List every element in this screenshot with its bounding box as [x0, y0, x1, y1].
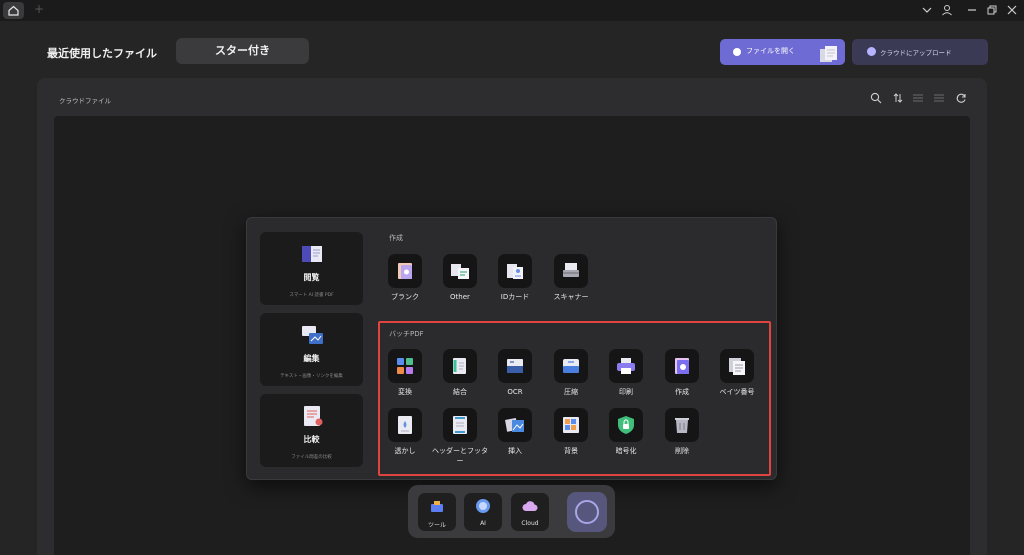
batch-create[interactable]: 作成 — [652, 349, 712, 397]
cloud-files-label[interactable]: クラウドファイル — [59, 95, 111, 105]
edit-card[interactable]: 編集 テキスト・画像・リンクを編集 — [260, 313, 363, 386]
create-pdf-icon — [675, 358, 689, 374]
new-tab-icon[interactable]: + — [34, 2, 44, 16]
create-section-title: 作成 — [389, 234, 403, 242]
batch-section-title: バッチPDF — [389, 330, 424, 338]
account-icon[interactable] — [940, 3, 954, 17]
batch-bates[interactable]: ベイツ番号 — [707, 349, 767, 397]
header-footer-icon — [453, 416, 467, 434]
search-icon[interactable] — [870, 92, 882, 104]
plus-icon — [733, 48, 741, 56]
batch-convert[interactable]: 変換 — [375, 349, 435, 397]
dock-tools-button[interactable]: ツール — [418, 493, 456, 531]
upload-cloud-button[interactable]: クラウドにアップロード — [852, 39, 988, 65]
upload-icon — [867, 47, 876, 56]
starred-tab[interactable]: スター付き — [176, 38, 309, 64]
upload-cloud-label: クラウドにアップロード — [880, 49, 952, 57]
read-subtitle: スマート AI 読書 PDF — [289, 293, 334, 298]
edit-title: 編集 — [303, 354, 320, 363]
batch-combine[interactable]: 結合 — [430, 349, 490, 397]
compress-icon — [563, 359, 579, 373]
files-icon — [820, 46, 837, 62]
dock-cloud-button[interactable]: Cloud — [511, 493, 549, 531]
batch-insert[interactable]: 挿入 — [485, 408, 545, 456]
watermark-icon — [398, 416, 412, 434]
read-title: 閲覧 — [303, 273, 320, 282]
ocr-icon — [507, 359, 523, 373]
dock-ai-button[interactable]: AI — [464, 493, 502, 531]
home-tab[interactable] — [3, 2, 24, 19]
encrypt-icon — [618, 416, 634, 434]
toggle-icon — [575, 500, 599, 524]
recent-files-title[interactable]: 最近使用したファイル — [47, 45, 157, 61]
combine-icon — [453, 358, 466, 374]
refresh-icon[interactable] — [955, 92, 967, 104]
batch-ocr[interactable]: OCR — [485, 349, 545, 397]
open-file-label: ファイルを開く — [746, 47, 795, 55]
batch-header-footer[interactable]: ヘッダーとフッター — [430, 408, 490, 466]
dock-toggle-button[interactable] — [567, 492, 607, 532]
bates-number-icon — [729, 358, 745, 375]
read-card[interactable]: 閲覧 スマート AI 読書 PDF — [260, 232, 363, 305]
ai-icon — [476, 499, 490, 513]
compare-card[interactable]: 比較 ファイル間差の比較 — [260, 394, 363, 467]
blank-doc-icon — [398, 263, 412, 279]
batch-watermark[interactable]: 透かし — [375, 408, 435, 456]
batch-compress[interactable]: 圧縮 — [541, 349, 601, 397]
cloud-icon — [522, 501, 538, 512]
create-scanner[interactable]: スキャナー — [541, 254, 601, 302]
title-bar: + — [0, 0, 1024, 21]
create-blank[interactable]: ブランク — [375, 254, 435, 302]
restore-icon[interactable] — [985, 3, 999, 17]
close-icon[interactable] — [1005, 3, 1019, 17]
sort-icon[interactable] — [892, 92, 904, 104]
batch-encrypt[interactable]: 暗号化 — [596, 408, 656, 456]
batch-print[interactable]: 印刷 — [596, 349, 656, 397]
create-other[interactable]: Other — [430, 254, 490, 302]
convert-icon — [397, 358, 413, 374]
tools-popup: 閲覧 スマート AI 読書 PDF 編集 テキスト・画像・リンクを編集 比較 フ… — [246, 217, 777, 480]
compare-icon — [304, 406, 323, 426]
scanner-icon — [563, 263, 579, 277]
open-file-button[interactable]: ファイルを開く — [720, 39, 845, 65]
grid-view-icon[interactable] — [933, 92, 945, 104]
id-card-icon — [507, 264, 523, 279]
print-icon — [617, 358, 635, 374]
edit-icon — [302, 326, 323, 344]
other-icon — [451, 264, 469, 279]
list-view-icon[interactable] — [912, 92, 924, 104]
compare-title: 比較 — [303, 435, 320, 444]
batch-background[interactable]: 背景 — [541, 408, 601, 456]
chevron-down-icon[interactable] — [920, 3, 934, 17]
trash-icon — [675, 418, 689, 433]
bottom-dock: ツール AI Cloud — [408, 485, 615, 538]
background-icon — [563, 417, 579, 433]
compare-subtitle: ファイル間差の比較 — [291, 455, 332, 460]
minimize-icon[interactable] — [965, 3, 979, 17]
edit-subtitle: テキスト・画像・リンクを編集 — [280, 374, 343, 379]
batch-delete[interactable]: 削除 — [652, 408, 712, 456]
read-icon — [302, 246, 322, 262]
home-icon — [8, 5, 19, 16]
toolbox-icon — [431, 501, 443, 512]
insert-icon — [505, 418, 524, 432]
create-id-card[interactable]: IDカード — [485, 254, 545, 302]
